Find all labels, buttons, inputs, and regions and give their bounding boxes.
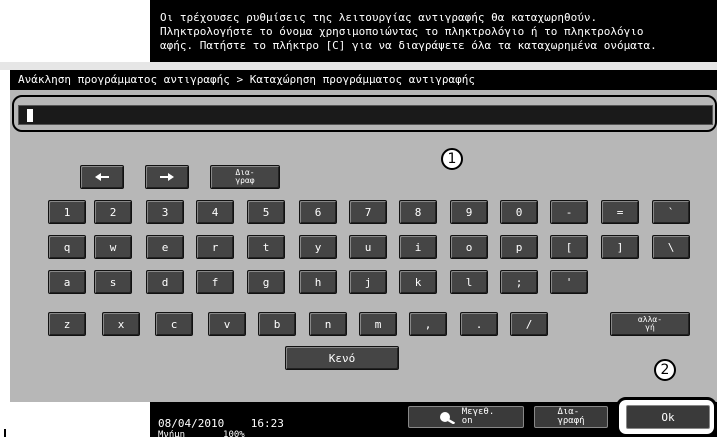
top-left-area bbox=[0, 0, 160, 62]
key-f[interactable]: f bbox=[196, 270, 234, 294]
message-line-2: Πληκτρολογήστε το όνομα χρησιμοποιώντας … bbox=[160, 25, 644, 38]
key-4[interactable]: 4 bbox=[196, 200, 234, 224]
key-semicolon[interactable]: ; bbox=[500, 270, 538, 294]
bottom-delete-button[interactable]: Δια- γραφή bbox=[534, 406, 608, 428]
key-q[interactable]: q bbox=[48, 235, 86, 259]
key-n[interactable]: n bbox=[309, 312, 347, 336]
cursor-left-button[interactable] bbox=[80, 165, 124, 189]
ok-button[interactable]: Ok bbox=[626, 405, 710, 429]
key-2[interactable]: 2 bbox=[94, 200, 132, 224]
breadcrumb: Ανάκληση προγράμματος αντιγραφής > Καταχ… bbox=[10, 70, 717, 90]
key-d[interactable]: d bbox=[146, 270, 184, 294]
key-j[interactable]: j bbox=[349, 270, 387, 294]
callout-1: 1 bbox=[441, 148, 463, 170]
key-0[interactable]: 0 bbox=[500, 200, 538, 224]
key-comma[interactable]: , bbox=[409, 312, 447, 336]
input-highlight-frame bbox=[12, 95, 717, 132]
cursor-right-button[interactable] bbox=[145, 165, 189, 189]
key-equals[interactable]: = bbox=[601, 200, 639, 224]
arrow-right-icon bbox=[160, 173, 174, 181]
key-k[interactable]: k bbox=[399, 270, 437, 294]
copy-program-register-screen: Οι τρέχουσες ρυθμίσεις της λειτουργίας α… bbox=[0, 0, 717, 437]
key-r[interactable]: r bbox=[196, 235, 234, 259]
key-period[interactable]: . bbox=[460, 312, 498, 336]
divider-strip bbox=[0, 62, 717, 70]
key-c[interactable]: c bbox=[155, 312, 193, 336]
key-1[interactable]: 1 bbox=[48, 200, 86, 224]
key-t[interactable]: t bbox=[247, 235, 285, 259]
key-8[interactable]: 8 bbox=[399, 200, 437, 224]
arrow-left-icon bbox=[95, 173, 109, 181]
key-o[interactable]: o bbox=[450, 235, 488, 259]
key-z[interactable]: z bbox=[48, 312, 86, 336]
key-h[interactable]: h bbox=[299, 270, 337, 294]
key-a[interactable]: a bbox=[48, 270, 86, 294]
instruction-message: Οι τρέχουσες ρυθμίσεις της λειτουργίας α… bbox=[150, 0, 717, 62]
keyboard-panel: Ανάκληση προγράμματος αντιγραφής > Καταχ… bbox=[10, 70, 717, 402]
key-b[interactable]: b bbox=[258, 312, 296, 336]
space-button[interactable]: Κενό bbox=[285, 346, 399, 370]
enlarge-display-icon bbox=[439, 412, 455, 424]
key-minus[interactable]: - bbox=[550, 200, 588, 224]
key-5[interactable]: 5 bbox=[247, 200, 285, 224]
key-backslash[interactable]: \ bbox=[652, 235, 690, 259]
key-slash[interactable]: / bbox=[510, 312, 548, 336]
bottom-left-area bbox=[0, 402, 150, 437]
key-g[interactable]: g bbox=[247, 270, 285, 294]
callout-2: 2 bbox=[654, 359, 676, 381]
message-line-3: αφής. Πατήστε το πλήκτρο [C] για να διαγ… bbox=[160, 39, 657, 52]
key-e[interactable]: e bbox=[146, 235, 184, 259]
key-3[interactable]: 3 bbox=[146, 200, 184, 224]
tick-mark bbox=[4, 429, 6, 437]
status-memory: Μνήμη 100% bbox=[158, 430, 245, 437]
key-y[interactable]: y bbox=[299, 235, 337, 259]
key-p[interactable]: p bbox=[500, 235, 538, 259]
key-apostrophe[interactable]: ' bbox=[550, 270, 588, 294]
key-open-bracket[interactable]: [ bbox=[550, 235, 588, 259]
shift-alternate-button[interactable]: αλλα- γή bbox=[610, 312, 690, 336]
enlarge-display-label: Μεγεθ. οn bbox=[461, 407, 495, 426]
key-w[interactable]: w bbox=[94, 235, 132, 259]
key-v[interactable]: v bbox=[208, 312, 246, 336]
message-line-1: Οι τρέχουσες ρυθμίσεις της λειτουργίας α… bbox=[160, 11, 598, 24]
key-s[interactable]: s bbox=[94, 270, 132, 294]
key-backtick[interactable]: ` bbox=[652, 200, 690, 224]
key-7[interactable]: 7 bbox=[349, 200, 387, 224]
delete-char-button[interactable]: Δια- γραφ bbox=[210, 165, 280, 189]
key-u[interactable]: u bbox=[349, 235, 387, 259]
key-x[interactable]: x bbox=[102, 312, 140, 336]
key-6[interactable]: 6 bbox=[299, 200, 337, 224]
key-9[interactable]: 9 bbox=[450, 200, 488, 224]
enlarge-display-button[interactable]: Μεγεθ. οn bbox=[408, 406, 524, 428]
status-datetime: 08/04/2010 16:23 bbox=[158, 417, 284, 430]
key-l[interactable]: l bbox=[450, 270, 488, 294]
key-i[interactable]: i bbox=[399, 235, 437, 259]
key-close-bracket[interactable]: ] bbox=[601, 235, 639, 259]
key-m[interactable]: m bbox=[359, 312, 397, 336]
